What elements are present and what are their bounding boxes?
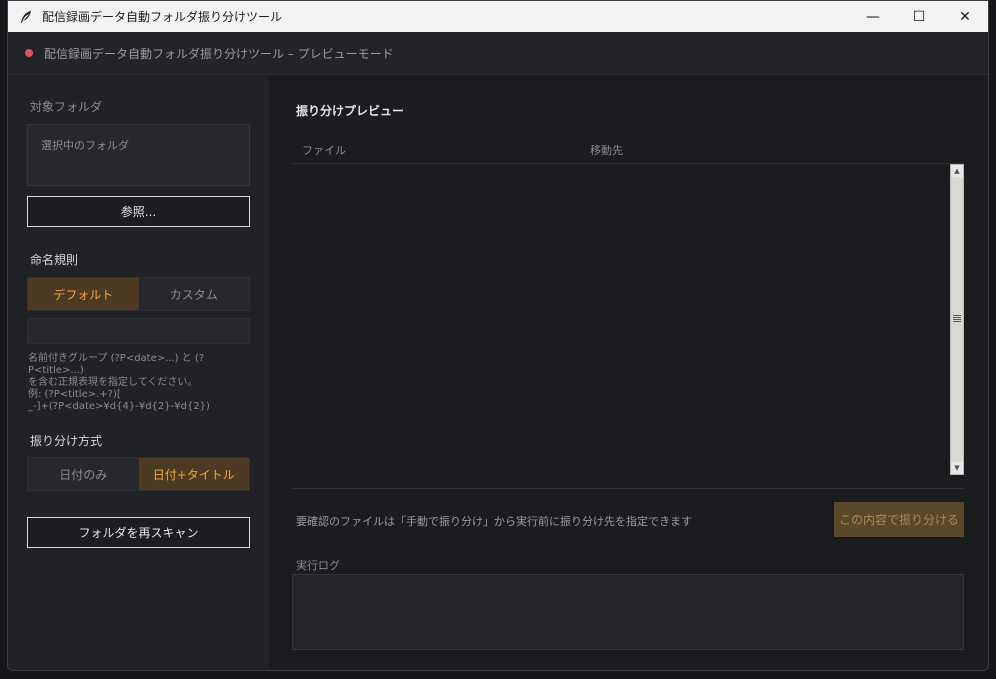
sort-date-only-option[interactable]: 日付のみ: [28, 458, 139, 490]
column-file[interactable]: ファイル: [302, 142, 346, 158]
header-title: 配信録画データ自動フォルダ振り分けツール – プレビューモード: [44, 46, 394, 61]
execution-log[interactable]: [292, 574, 964, 650]
naming-custom-option[interactable]: カスタム: [138, 278, 249, 310]
execute-sort-button[interactable]: この内容で振り分ける: [834, 502, 964, 537]
scroll-up-icon[interactable]: ▲: [951, 165, 963, 177]
main-panel: 振り分けプレビュー ファイル 移動先 ▲ ▼ 要確認のファイルは「手動で振り分け…: [269, 75, 988, 670]
window-controls: — ☐ ✕: [850, 1, 988, 32]
selected-folder-display: 選択中のフォルダ: [27, 124, 250, 186]
naming-rule-toggle: デフォルト カスタム: [27, 277, 250, 311]
sort-method-toggle: 日付のみ 日付+タイトル: [27, 457, 250, 491]
log-label: 実行ログ: [296, 559, 340, 572]
minimize-button[interactable]: —: [850, 1, 896, 32]
target-folder-label: 対象フォルダ: [30, 100, 103, 114]
manual-sort-note: 要確認のファイルは「手動で振り分け」から実行前に振り分け先を指定できます: [296, 515, 692, 528]
preview-scrollbar[interactable]: ▲ ▼: [950, 164, 964, 475]
folder-placeholder: 選択中のフォルダ: [41, 139, 129, 152]
scroll-down-icon[interactable]: ▼: [951, 462, 963, 474]
browse-button[interactable]: 参照...: [27, 196, 250, 227]
scroll-grip-icon[interactable]: [953, 315, 961, 323]
app-header: 配信録画データ自動フォルダ振り分けツール – プレビューモード: [8, 32, 988, 75]
maximize-button[interactable]: ☐: [896, 1, 942, 32]
preview-table-header: ファイル 移動先: [292, 135, 964, 164]
title-bar[interactable]: 配信録画データ自動フォルダ振り分けツール — ☐ ✕: [8, 1, 988, 32]
app-window: 配信録画データ自動フォルダ振り分けツール — ☐ ✕ 配信録画データ自動フォルダ…: [7, 0, 989, 671]
close-button[interactable]: ✕: [942, 1, 988, 32]
sidebar: 対象フォルダ 選択中のフォルダ 参照... 命名規則 デフォルト カスタム 名前…: [8, 75, 269, 670]
sort-method-label: 振り分け方式: [30, 434, 103, 448]
preview-table-body[interactable]: [292, 164, 946, 475]
preview-title: 振り分けプレビュー: [296, 104, 405, 118]
window-title: 配信録画データ自動フォルダ振り分けツール: [42, 10, 283, 24]
regex-input[interactable]: [27, 318, 250, 344]
feather-icon: [21, 10, 31, 23]
status-indicator-icon: [25, 49, 33, 57]
regex-help-text: 名前付きグループ (?P<date>...) と (?P<title>...) …: [28, 353, 210, 412]
divider: [292, 488, 964, 489]
sort-date-title-option[interactable]: 日付+タイトル: [138, 458, 249, 490]
column-destination[interactable]: 移動先: [590, 142, 623, 158]
rescan-folder-button[interactable]: フォルダを再スキャン: [27, 517, 250, 548]
naming-rule-label: 命名規則: [30, 253, 79, 267]
naming-default-option[interactable]: デフォルト: [28, 278, 139, 310]
